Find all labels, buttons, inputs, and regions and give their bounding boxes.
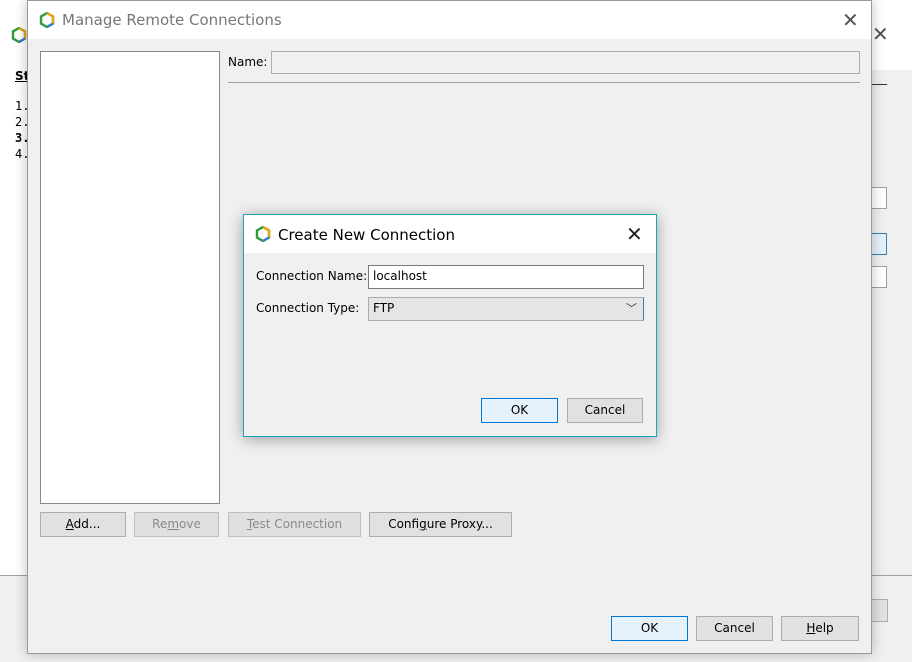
name-field[interactable]	[271, 51, 860, 74]
steps-heading: St	[15, 69, 27, 83]
wizard-steps: St 1. 2. 3. 4.	[15, 68, 27, 162]
manage-separator	[228, 82, 860, 83]
step-item: 2.	[15, 115, 27, 129]
background-close-icon[interactable]: ✕	[872, 24, 889, 44]
create-dialog-title: Create New Connection	[278, 226, 455, 244]
background-field-selected[interactable]	[872, 233, 887, 255]
manage-dialog-title: Manage Remote Connections	[62, 11, 282, 29]
background-field[interactable]	[872, 187, 887, 209]
configure-proxy-button[interactable]: Configure Proxy...	[369, 512, 512, 537]
create-ok-button[interactable]: OK	[481, 398, 558, 423]
connection-type-value: FTP	[373, 301, 395, 315]
background-field[interactable]	[872, 266, 887, 288]
netbeans-logo-icon	[39, 12, 55, 28]
connection-type-label: Connection Type:	[256, 301, 360, 315]
step-item: 4.	[15, 147, 27, 161]
background-separator	[872, 84, 887, 85]
connection-name-input[interactable]: localhost	[368, 265, 644, 289]
manage-cancel-button[interactable]: Cancel	[696, 616, 773, 641]
help-button[interactable]: Help	[781, 616, 859, 641]
name-label: Name:	[228, 55, 268, 69]
netbeans-logo-icon	[255, 226, 271, 242]
background-button[interactable]	[872, 599, 888, 622]
netbeans-logo-icon	[11, 27, 27, 43]
manage-ok-button[interactable]: OK	[611, 616, 688, 641]
connection-name-label: Connection Name:	[256, 269, 368, 283]
background-divider	[0, 575, 27, 576]
create-title-bar: Create New Connection ✕	[244, 215, 656, 253]
step-item: 1.	[15, 99, 27, 113]
test-connection-button[interactable]: Test Connection	[228, 512, 361, 537]
create-cancel-button[interactable]: Cancel	[567, 398, 643, 423]
add-button[interactable]: Add...	[40, 512, 126, 537]
create-close-icon[interactable]: ✕	[626, 224, 643, 244]
chevron-down-icon: ﹀	[626, 302, 637, 315]
connection-type-select[interactable]: FTP ﹀	[368, 297, 644, 321]
manage-close-icon[interactable]: ✕	[842, 10, 859, 30]
background-divider-right	[872, 575, 912, 576]
connections-list[interactable]	[40, 51, 220, 504]
remove-button[interactable]: Remove	[134, 512, 219, 537]
create-new-connection-dialog: Create New Connection ✕ Connection Name:…	[243, 214, 657, 437]
manage-title-bar: Manage Remote Connections ✕	[28, 1, 871, 39]
step-item-current: 3.	[15, 131, 27, 145]
